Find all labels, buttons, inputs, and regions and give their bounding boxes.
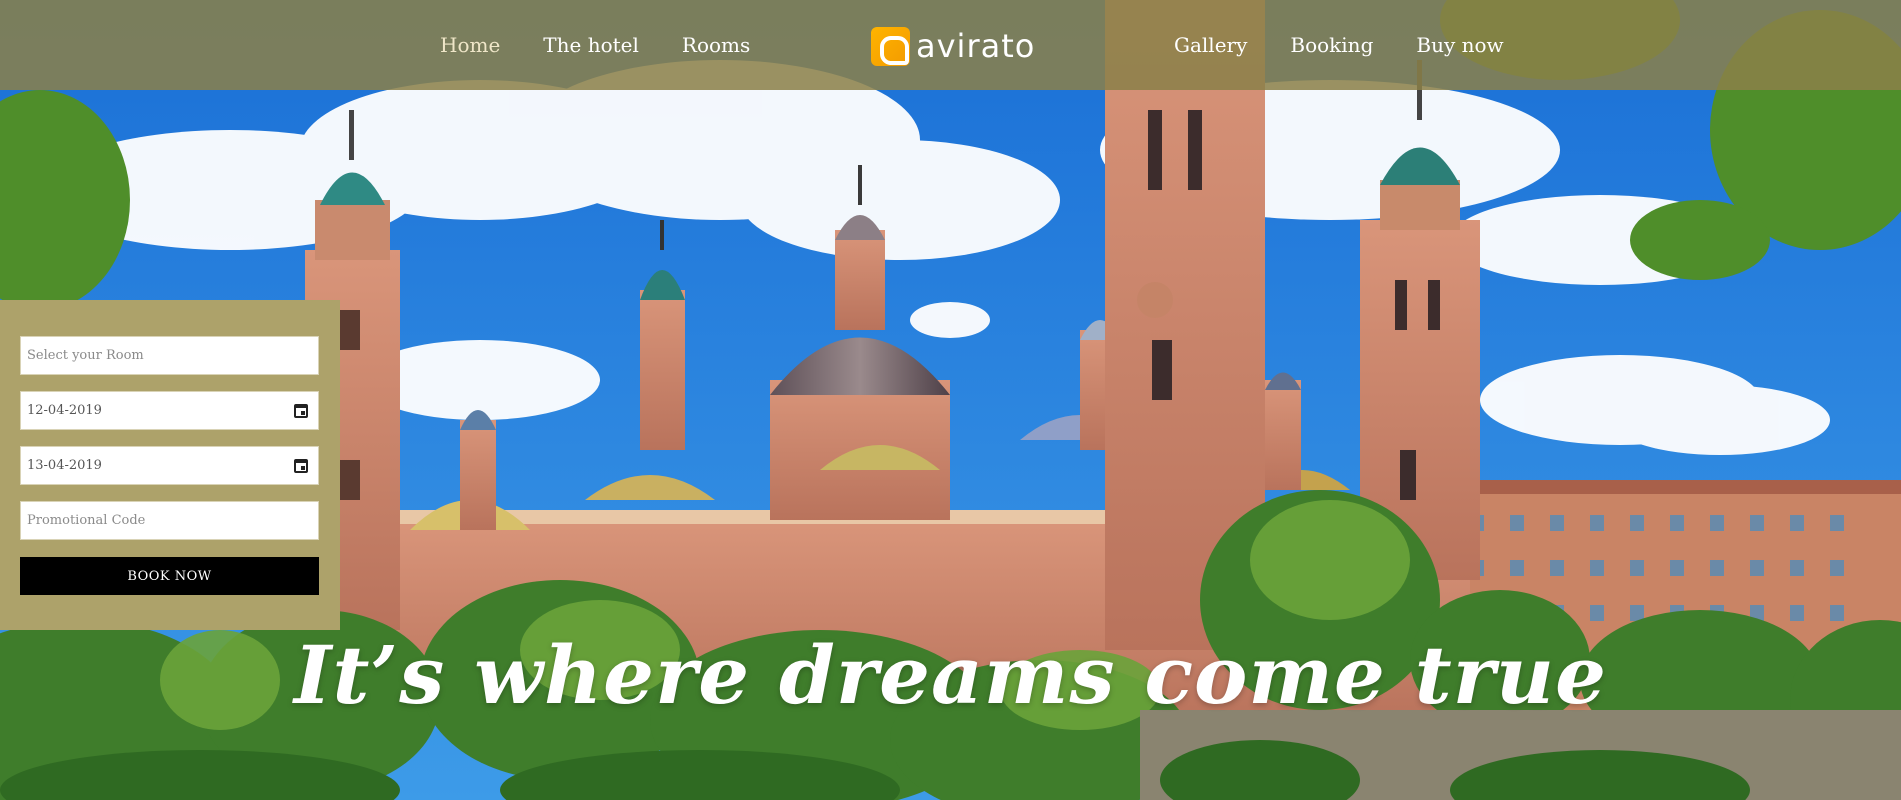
- promo-code-input[interactable]: [27, 502, 318, 539]
- checkout-date-input[interactable]: [27, 447, 318, 484]
- nav-right-group: Gallery Booking Buy now: [1174, 0, 1547, 90]
- nav-gallery-link[interactable]: Gallery: [1174, 33, 1247, 57]
- hero-tagline: It’s where dreams come true: [294, 628, 1607, 722]
- room-select-field[interactable]: [20, 336, 319, 375]
- checkin-date-field[interactable]: [20, 391, 319, 430]
- logo-icon: [871, 26, 910, 66]
- book-now-button[interactable]: BOOK NOW: [20, 557, 319, 595]
- nav-rooms-link[interactable]: Rooms: [682, 33, 750, 57]
- nav-the-hotel-link[interactable]: The hotel: [543, 33, 639, 57]
- calendar-icon[interactable]: [294, 459, 308, 473]
- nav-buy-now-link[interactable]: Buy now: [1416, 33, 1503, 57]
- nav-left-group: Home The hotel Rooms: [440, 0, 793, 90]
- checkin-date-input[interactable]: [27, 392, 318, 429]
- calendar-icon[interactable]: [294, 404, 308, 418]
- room-select-input[interactable]: [27, 337, 318, 374]
- brand-logo[interactable]: avirato: [871, 26, 1035, 66]
- logo-text: avirato: [916, 27, 1036, 65]
- promo-code-field[interactable]: [20, 501, 319, 540]
- nav-home-link[interactable]: Home: [440, 33, 500, 57]
- nav-booking-link[interactable]: Booking: [1290, 33, 1373, 57]
- top-navigation-bar: Home The hotel Rooms avirato Gallery Boo…: [0, 0, 1901, 90]
- checkout-date-field[interactable]: [20, 446, 319, 485]
- booking-panel: BOOK NOW: [0, 300, 340, 630]
